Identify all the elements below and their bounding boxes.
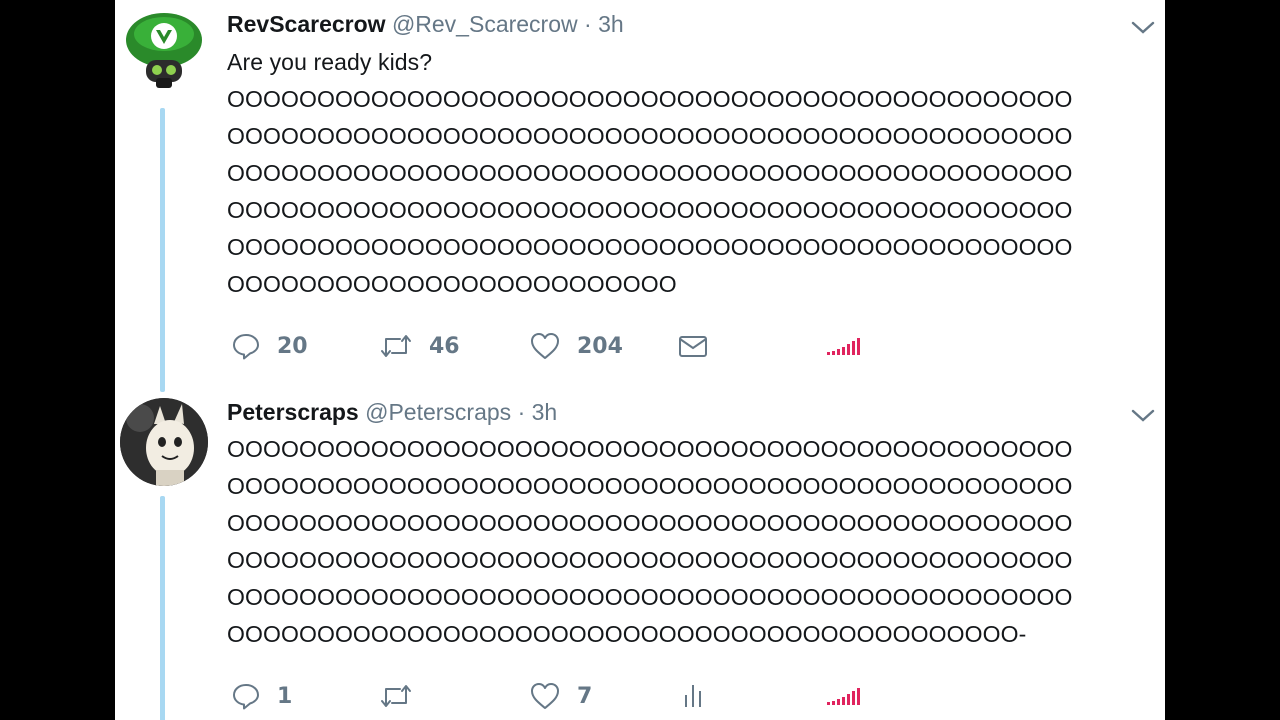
reply-count: 20 [277, 333, 308, 359]
direct-message-button[interactable] [677, 326, 709, 366]
signal-bars-icon [827, 688, 860, 705]
signal-bars-icon [827, 338, 860, 355]
signal-strength-indicator [825, 326, 865, 366]
tweet-header: RevScarecrow @Rev_Scarecrow · 3h [227, 11, 624, 38]
reply-button[interactable]: 1 [231, 676, 292, 716]
author-name[interactable]: RevScarecrow [227, 11, 386, 37]
like-count: 204 [577, 333, 623, 359]
like-count: 7 [577, 683, 593, 709]
tweet-header: Peterscraps @Peterscraps · 3h [227, 399, 557, 426]
timeline-panel: RevScarecrow @Rev_Scarecrow · 3h Are you… [115, 0, 1165, 720]
tweet-text-line: OOOOOOOOOOOOOOOOOOOOOOOOOOOOOOOOOOOOOOOO… [227, 473, 1073, 499]
author-handle[interactable]: @Rev_Scarecrow [392, 11, 578, 37]
tweet-timestamp[interactable]: 3h [532, 399, 558, 425]
tweet-text-line: OOOOOOOOOOOOOOOOOOOOOOOOOOOOOOOOOOOOOOOO… [227, 160, 1073, 186]
analytics-button[interactable] [679, 676, 709, 716]
separator-dot: · [517, 399, 526, 425]
avatar-revscarecrow[interactable] [120, 2, 208, 90]
thread-connector-line [160, 108, 165, 392]
tweet-text-line: OOOOOOOOOOOOOOOOOOOOOOOOOOOOOOOOOOOOOOOO… [227, 86, 1073, 112]
tweet-actions: 20 46 204 [227, 326, 967, 366]
reply-count: 1 [277, 683, 293, 709]
tweet-text-line: OOOOOOOOOOOOOOOOOOOOOOOOOOOOOOOOOOOOOOOO… [227, 621, 1027, 647]
heart-icon [531, 333, 559, 359]
tweet-actions: 1 7 [227, 676, 967, 716]
thread-connector-line [160, 496, 165, 720]
tweet-timestamp[interactable]: 3h [598, 11, 624, 37]
retweet-button[interactable]: 46 [379, 326, 460, 366]
separator-dot: · [584, 11, 592, 37]
tweet-text-line: OOOOOOOOOOOOOOOOOOOOOOOOOOOOOOOOOOOOOOOO… [227, 584, 1073, 610]
chevron-down-icon [1131, 21, 1155, 34]
author-handle[interactable]: @Peterscraps [365, 399, 511, 425]
retweet-icon [381, 685, 411, 707]
tweet-body: OOOOOOOOOOOOOOOOOOOOOOOOOOOOOOOOOOOOOOOO… [227, 431, 1157, 653]
vinesauce-mushroom-avatar-icon [126, 13, 202, 88]
tweet-text-line: Are you ready kids? [227, 49, 433, 75]
more-options-chevron[interactable] [1129, 17, 1157, 37]
heart-icon [531, 683, 559, 709]
tweet-text-line: OOOOOOOOOOOOOOOOOOOOOOOOOOOOOOOOOOOOOOOO… [227, 436, 1073, 462]
signal-strength-indicator [825, 676, 865, 716]
tweet-text-line: OOOOOOOOOOOOOOOOOOOOOOOOOOOOOOOOOOOOOOOO… [227, 234, 1073, 260]
tweet-text-line: OOOOOOOOOOOOOOOOOOOOOOOOO [227, 271, 677, 297]
tweet-text-line: OOOOOOOOOOOOOOOOOOOOOOOOOOOOOOOOOOOOOOOO… [227, 123, 1073, 149]
like-button[interactable]: 7 [529, 676, 592, 716]
like-button[interactable]: 204 [529, 326, 623, 366]
reply-icon [233, 684, 259, 710]
retweet-button[interactable] [379, 676, 429, 716]
retweet-count: 46 [429, 333, 460, 359]
avatar-peterscraps[interactable] [120, 398, 208, 486]
more-options-chevron[interactable] [1129, 405, 1157, 425]
envelope-icon [679, 336, 707, 357]
author-name[interactable]: Peterscraps [227, 399, 359, 425]
reply-icon [233, 334, 259, 360]
tweet-text-line: OOOOOOOOOOOOOOOOOOOOOOOOOOOOOOOOOOOOOOOO… [227, 547, 1073, 573]
chevron-down-icon [1131, 409, 1155, 422]
analytics-icon [685, 685, 701, 707]
retweet-icon [381, 335, 411, 357]
tweet-body: Are you ready kids? OOOOOOOOOOOOOOOOOOOO… [227, 44, 1157, 303]
tweet-text-line: OOOOOOOOOOOOOOOOOOOOOOOOOOOOOOOOOOOOOOOO… [227, 197, 1073, 223]
creature-avatar-icon [120, 398, 208, 486]
reply-button[interactable]: 20 [231, 326, 308, 366]
tweet-text-line: OOOOOOOOOOOOOOOOOOOOOOOOOOOOOOOOOOOOOOOO… [227, 510, 1073, 536]
